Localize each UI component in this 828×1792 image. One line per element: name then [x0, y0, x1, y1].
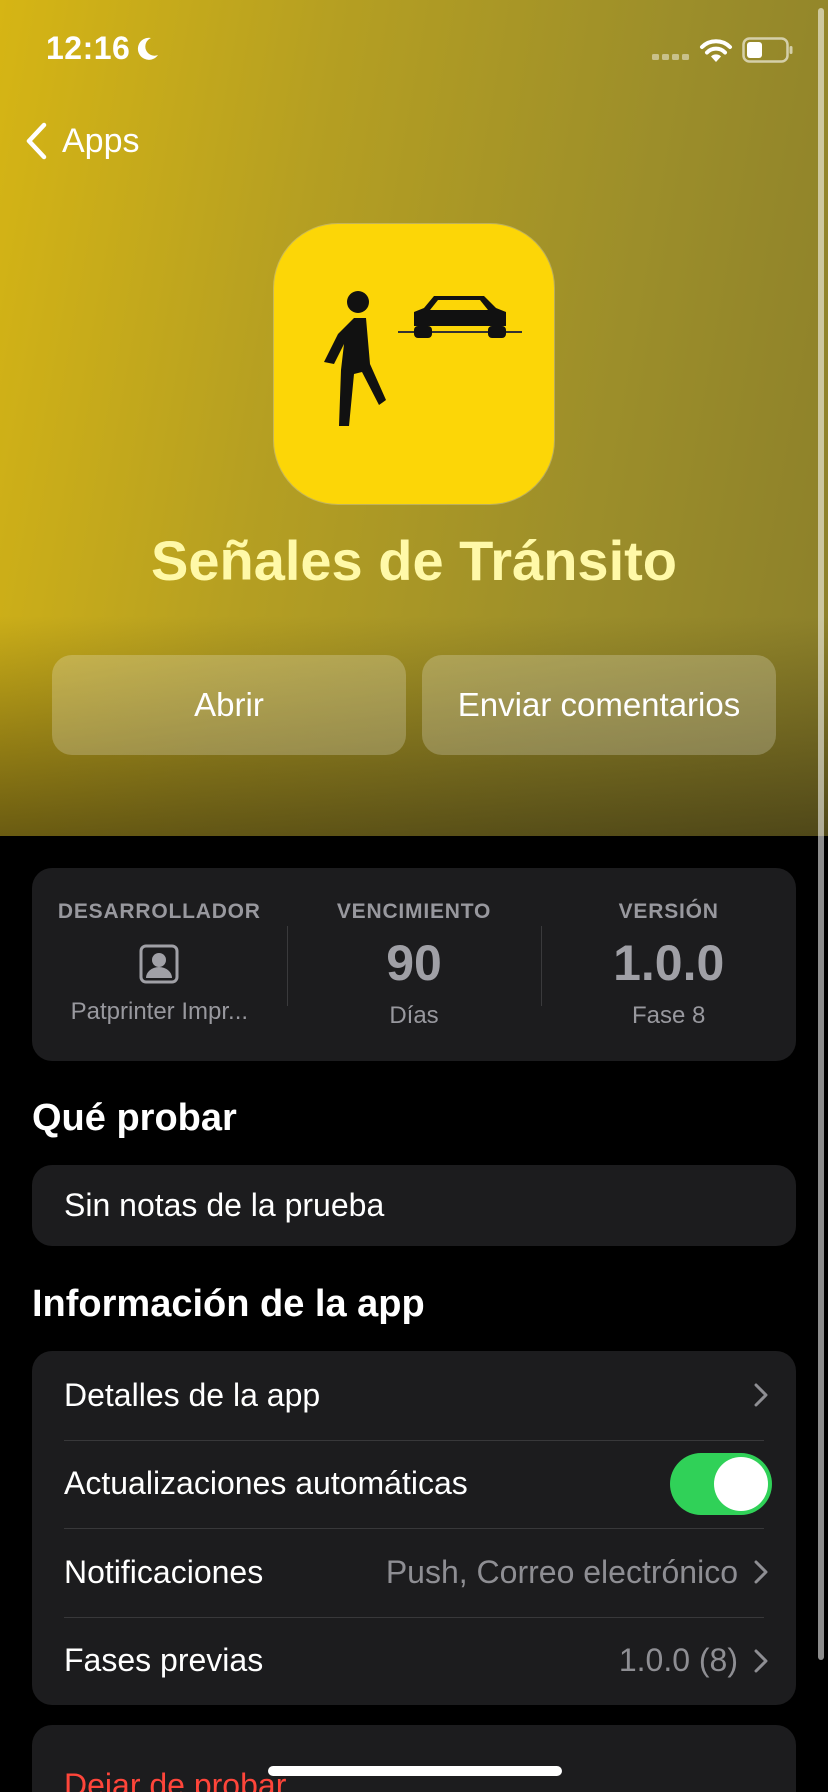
notifications-value: Push, Correo electrónico: [385, 1553, 738, 1590]
app-details-row[interactable]: Detalles de la app: [32, 1351, 796, 1440]
back-label: Apps: [62, 121, 140, 160]
battery-icon: [742, 37, 793, 63]
test-notes: Sin notas de la prueba: [32, 1165, 796, 1246]
stop-testing-button[interactable]: Dejar de probar: [32, 1725, 796, 1792]
scrollbar[interactable]: [818, 8, 824, 1660]
what-to-test-title: Qué probar: [32, 1097, 237, 1139]
row-label: Fases previas: [64, 1642, 264, 1679]
chevron-left-icon: [26, 122, 47, 160]
expiration-label: VENCIMIENTO: [336, 900, 492, 923]
developer-name: Patprinter Impr...: [70, 998, 249, 1025]
chevron-right-icon: [754, 1383, 768, 1407]
stop-testing-label: Dejar de probar: [64, 1767, 287, 1792]
home-indicator[interactable]: [268, 1766, 562, 1776]
previous-builds-row[interactable]: Fases previas 1.0.0 (8): [32, 1616, 796, 1706]
moon-icon: [137, 37, 158, 60]
expiration-column: VENCIMIENTO 90 Días: [286, 868, 542, 1061]
version-value: 1.0.0: [613, 935, 725, 991]
back-button[interactable]: Apps: [24, 118, 140, 164]
previous-builds-value: 1.0.0 (8): [618, 1642, 738, 1679]
app-info-title: Información de la app: [32, 1283, 425, 1325]
chevron-right-icon: [754, 1560, 768, 1584]
wifi-icon: [700, 39, 732, 62]
app-info-summary: DESARROLLADOR Patprinter Impr... VENCIMI…: [32, 868, 796, 1061]
version-label: VERSIÓN: [618, 900, 719, 923]
app-info-list: Detalles de la app Actualizaciones autom…: [32, 1351, 796, 1705]
developer-column: DESARROLLADOR Patprinter Impr...: [32, 868, 287, 1061]
pedestrian-car-icon: [324, 291, 522, 426]
person-badge-icon: [139, 944, 179, 984]
automatic-updates-row: Actualizaciones automáticas: [32, 1439, 796, 1529]
expiration-unit: Días: [389, 1002, 439, 1029]
app-icon: [274, 224, 554, 504]
toggle-knob: [714, 1456, 768, 1511]
row-label: Detalles de la app: [64, 1376, 321, 1413]
send-feedback-button[interactable]: Enviar comentarios: [422, 655, 776, 755]
version-column: VERSIÓN 1.0.0 Fase 8: [541, 868, 796, 1061]
row-label: Actualizaciones automáticas: [64, 1465, 468, 1502]
build-phase: Fase 8: [631, 1002, 706, 1029]
developer-label: DESARROLLADOR: [57, 900, 261, 923]
status-bar: 12:16: [0, 0, 828, 100]
app-title: Señales de Tránsito: [151, 529, 677, 592]
chevron-right-icon: [754, 1649, 768, 1673]
notifications-row[interactable]: Notificaciones Push, Correo electrónico: [32, 1528, 796, 1617]
row-label: Notificaciones: [64, 1553, 264, 1590]
status-time: 12:16: [46, 30, 131, 66]
cellular-signal-icon: [652, 54, 689, 60]
automatic-updates-toggle[interactable]: [670, 1452, 772, 1515]
open-button[interactable]: Abrir: [52, 655, 406, 755]
expiration-value: 90: [386, 935, 442, 991]
